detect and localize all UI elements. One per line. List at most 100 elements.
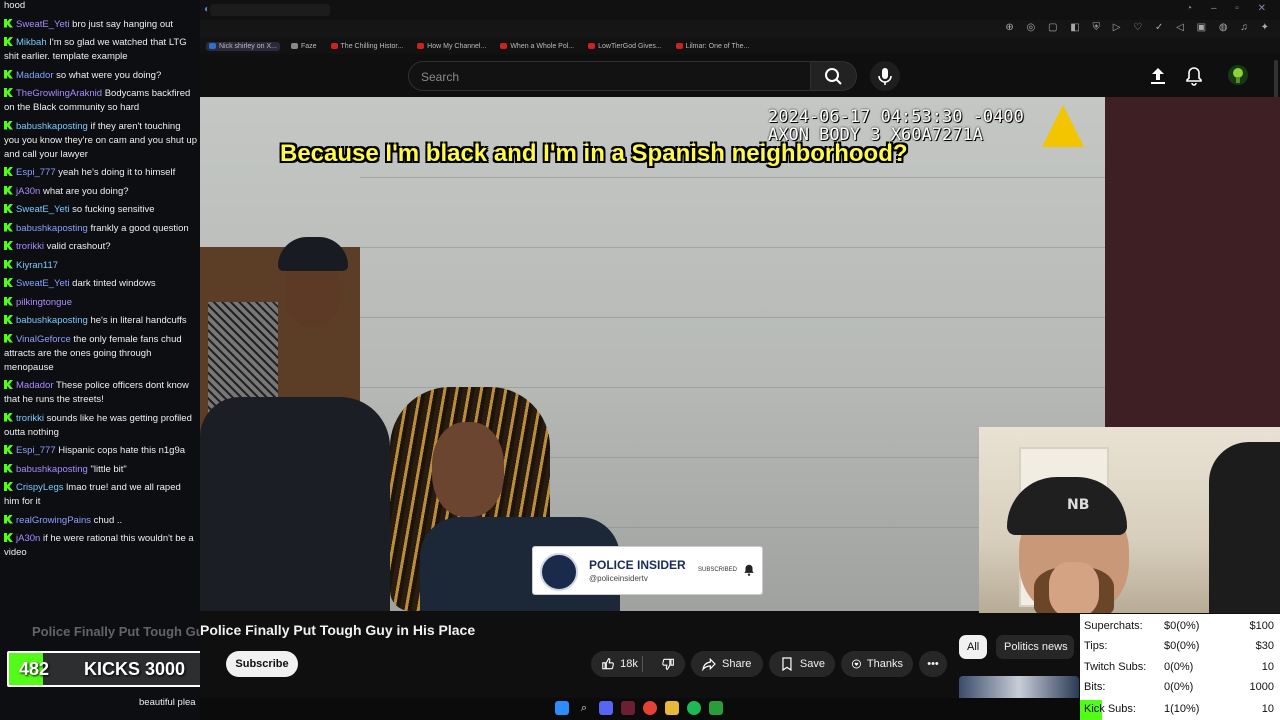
chat-username[interactable]: pilkingtongue xyxy=(16,297,72,308)
kick-badge-icon xyxy=(4,167,13,176)
obs-icon[interactable] xyxy=(621,701,635,715)
bookmark-label: LowTierGod Gives... xyxy=(598,42,662,50)
notifications-button[interactable] xyxy=(1182,64,1206,88)
share-icon xyxy=(702,657,716,672)
goal-right: 10 xyxy=(1261,703,1274,715)
recommended-video-thumbnail[interactable] xyxy=(959,676,1079,700)
chat-message: SweatE_Yeti dark tinted windows xyxy=(4,277,198,291)
kick-badge-icon xyxy=(4,482,13,491)
chat-username[interactable]: Madador xyxy=(16,70,54,81)
chat-message: jA30n what are you doing? xyxy=(4,185,198,199)
chat-text: what are you doing? xyxy=(42,185,129,197)
chat-username[interactable]: TheGrowlingAraknid xyxy=(16,88,102,99)
thumbs-down-icon[interactable] xyxy=(661,656,675,672)
search-button[interactable] xyxy=(811,61,857,91)
subscribe-button[interactable]: Subscribe xyxy=(226,651,298,677)
chat-username[interactable]: SweatE_Yeti xyxy=(16,204,70,215)
more-actions-button[interactable]: ••• xyxy=(919,651,947,677)
chat-username[interactable]: SweatE_Yeti xyxy=(16,278,70,289)
voice-search-button[interactable] xyxy=(870,61,900,91)
bookmark-item[interactable]: Lilmar: One of The... xyxy=(673,42,753,51)
chat-message: Madador so what were you doing? xyxy=(4,69,198,83)
kick-badge-icon xyxy=(4,120,13,130)
video-officer xyxy=(200,397,390,611)
chat-message: TheGrowlingAraknid Bodycams backfired on… xyxy=(4,87,198,115)
chat-username[interactable]: trorikki xyxy=(16,413,44,424)
chat-message: babushkaposting frankly a good question xyxy=(4,222,198,236)
bookmark-item[interactable]: The Chilling Histor... xyxy=(328,42,407,51)
chat-username[interactable]: Madador xyxy=(16,380,54,391)
goal-row: Bits: 0(0%) 1000 xyxy=(1084,677,1276,697)
search-input[interactable]: Search xyxy=(408,61,811,91)
bookmark-item[interactable]: How My Channel... xyxy=(414,42,489,51)
chat-username[interactable]: VinalGeforce xyxy=(16,334,71,345)
chat-username[interactable]: jA30n xyxy=(16,533,40,544)
chat-username[interactable]: Espi_777 xyxy=(16,167,56,178)
goal-right: 1000 xyxy=(1249,681,1274,693)
bookmark-item[interactable]: Faze xyxy=(288,42,320,51)
xbox-icon[interactable] xyxy=(709,701,723,715)
kick-badge-icon xyxy=(4,222,13,232)
extension-icons[interactable]: ⊕ ◎ ▢ ◧ ⛨ ▷ ♡ ✓ ◁ ▣ ◍ ♫ ✦ xyxy=(1005,22,1274,33)
avatar-icon xyxy=(1233,68,1243,83)
browser-tab[interactable] xyxy=(210,4,330,16)
chat-username[interactable]: CrispyLegs xyxy=(16,482,64,493)
chat-text: "little bit" xyxy=(90,463,127,475)
chip-all[interactable]: All xyxy=(959,635,988,659)
chat-text: chud .. xyxy=(93,514,123,526)
chat-message: Madador These police officers dont know … xyxy=(4,379,198,407)
bookmark-item[interactable]: When a Whole Pol... xyxy=(497,42,577,51)
chrome-icon[interactable] xyxy=(643,701,657,715)
goal-right: $100 xyxy=(1249,620,1274,632)
channel-watermark-card[interactable]: POLICE INSIDER @policeinsidertv SUBSCRIB… xyxy=(532,546,763,595)
chat-text: bro just say hanging out xyxy=(72,18,174,30)
chat-username[interactable]: Espi_777 xyxy=(16,445,56,456)
spotify-icon[interactable] xyxy=(687,701,701,715)
chat-username[interactable]: SweatE_Yeti xyxy=(16,19,70,30)
chat-text: Hispanic cops hate this n1g9a xyxy=(58,445,186,456)
share-button[interactable]: Share xyxy=(691,651,763,677)
chat-text: dark tinted windows xyxy=(72,278,156,289)
windows-start-icon[interactable] xyxy=(555,701,569,715)
chat-username[interactable]: realGrowingPains xyxy=(16,515,91,526)
chat-text: so fucking sensitive xyxy=(72,204,155,215)
discord-icon[interactable] xyxy=(599,701,613,715)
chat-message: Kiyran117 xyxy=(4,259,198,273)
kick-badge-icon xyxy=(4,204,13,213)
window-controls[interactable]: ◔ – ▫ ✕ xyxy=(1186,3,1274,14)
bookmark-item[interactable]: LowTierGod Gives... xyxy=(585,42,665,51)
folder-icon[interactable] xyxy=(665,701,679,715)
thanks-button[interactable]: Thanks xyxy=(841,651,913,677)
video-officer-cap xyxy=(278,237,348,271)
chat-message: jA30n if he were rational this wouldn't … xyxy=(4,532,198,560)
goal-row: Kick Subs: 1(10%) 10 xyxy=(1084,699,1276,719)
chat-username[interactable]: Mikbah xyxy=(16,37,47,48)
account-avatar[interactable] xyxy=(1228,65,1248,85)
chat-username[interactable]: babushkaposting xyxy=(16,464,88,475)
like-count[interactable]: 18k xyxy=(620,658,638,670)
police-insider-logo-icon xyxy=(540,553,578,591)
save-button[interactable]: Save xyxy=(769,651,835,677)
chat-message: Espi_777 yeah he's doing it to himself xyxy=(4,166,198,180)
chat-message: trorikki valid crashout? xyxy=(4,240,198,254)
chat-username[interactable]: jA30n xyxy=(16,186,40,197)
chat-username[interactable]: babushkaposting xyxy=(16,315,88,326)
chat-username[interactable]: Kiyran117 xyxy=(16,260,58,271)
bookmark-item[interactable]: Nick shirley on X... xyxy=(206,41,280,51)
cap-logo-icon: NB xyxy=(1067,497,1090,513)
video-player[interactable]: 2024-06-17 04:53:30 -0400 AXON BODY 3 X6… xyxy=(200,97,1105,611)
create-button[interactable] xyxy=(1146,64,1170,88)
goal-row: Superchats: $0(0%) $100 xyxy=(1084,616,1276,636)
chat-username[interactable]: babushkaposting xyxy=(16,223,88,234)
kick-badge-icon xyxy=(4,333,13,343)
goal-row: Tips: $0(0%) $30 xyxy=(1084,636,1276,656)
video-side-panel xyxy=(1105,97,1280,427)
search-placeholder: Search xyxy=(421,70,460,84)
chat-username[interactable]: trorikki xyxy=(16,241,44,252)
chip-politics-news[interactable]: Politics news xyxy=(996,635,1074,659)
chat-username[interactable]: babushkaposting xyxy=(16,121,88,132)
thumbs-up-icon[interactable] xyxy=(601,656,615,672)
browser-address-bar[interactable]: ⊕ ◎ ▢ ◧ ⛨ ▷ ♡ ✓ ◁ ▣ ◍ ♫ ✦ xyxy=(200,20,1280,38)
search-icon[interactable]: ⌕ xyxy=(577,701,591,715)
notification-bell-icon[interactable] xyxy=(742,563,756,577)
